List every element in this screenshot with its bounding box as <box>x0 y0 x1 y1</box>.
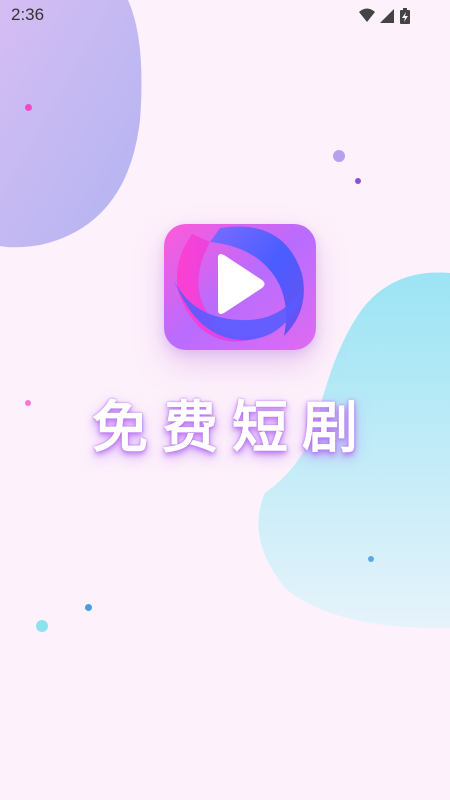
status-icons <box>359 8 410 24</box>
decorative-dot <box>355 178 361 184</box>
decorative-dot <box>333 150 345 162</box>
background-blob-top-left <box>0 0 142 248</box>
decorative-dot <box>36 620 48 632</box>
cellular-signal-icon <box>380 9 394 23</box>
app-title: 免费短剧 <box>92 396 372 461</box>
status-time: 2:36 <box>11 5 45 24</box>
wifi-icon <box>359 8 375 22</box>
decorative-dot <box>368 556 374 562</box>
battery-charging-icon <box>400 8 410 24</box>
decorative-dot <box>85 604 92 611</box>
app-logo <box>164 224 316 350</box>
status-bar: 2:36 <box>0 0 450 32</box>
decorative-dot <box>25 104 32 111</box>
